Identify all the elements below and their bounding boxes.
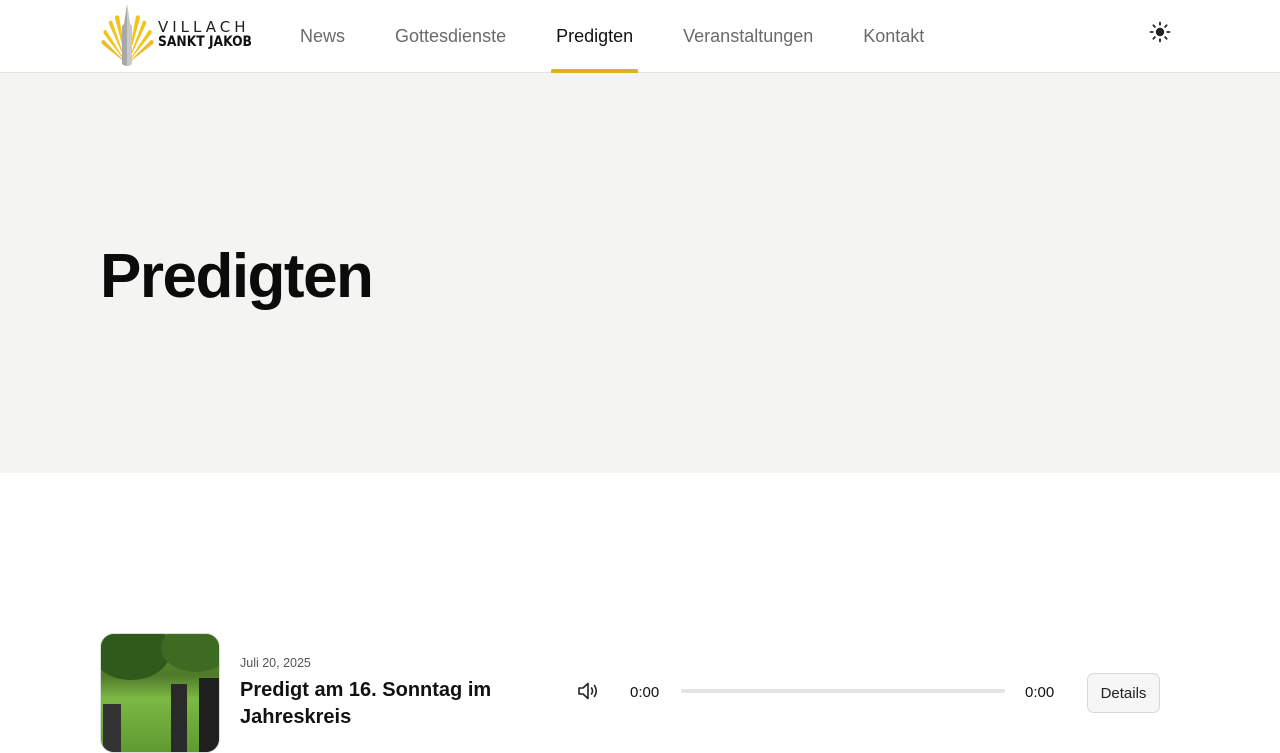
logo-text-parish: SANKT JAKOB bbox=[158, 34, 252, 50]
church-logo-icon bbox=[101, 4, 154, 66]
theme-toggle-button[interactable] bbox=[1146, 18, 1174, 46]
site-logo[interactable]: VILLACH SANKT JAKOB bbox=[100, 2, 252, 68]
sermon-thumbnail[interactable] bbox=[100, 633, 220, 753]
thumbnail-post bbox=[199, 678, 219, 752]
thumbnail-post bbox=[171, 684, 187, 752]
nav-item-kontakt[interactable]: Kontakt bbox=[838, 0, 949, 73]
audio-player: 0:00 0:00 bbox=[576, 673, 1054, 709]
thumbnail-post bbox=[103, 704, 121, 752]
page-title: Predigten bbox=[100, 242, 374, 311]
sun-icon bbox=[1149, 21, 1171, 43]
site-header: VILLACH SANKT JAKOB News Gottesdienste P… bbox=[0, 0, 1280, 73]
speaker-icon[interactable] bbox=[576, 679, 604, 703]
audio-progress-bar[interactable] bbox=[681, 689, 1005, 693]
page-hero: Predigten bbox=[0, 73, 1280, 473]
nav-item-predigten[interactable]: Predigten bbox=[531, 0, 658, 73]
nav-item-veranstaltungen[interactable]: Veranstaltungen bbox=[658, 0, 838, 73]
details-button[interactable]: Details bbox=[1087, 673, 1160, 713]
sermon-date: Juli 20, 2025 bbox=[240, 656, 311, 670]
main-nav: News Gottesdienste Predigten Veranstaltu… bbox=[275, 0, 949, 73]
sermon-list-item: Juli 20, 2025 Predigt am 16. Sonntag im … bbox=[100, 633, 1160, 753]
audio-duration: 0:00 bbox=[1025, 684, 1055, 701]
thumbnail-foliage bbox=[161, 634, 219, 672]
sermon-title[interactable]: Predigt am 16. Sonntag im Jahreskreis bbox=[240, 677, 540, 731]
nav-item-news[interactable]: News bbox=[275, 0, 370, 73]
audio-current-time: 0:00 bbox=[630, 684, 660, 701]
nav-item-gottesdienste[interactable]: Gottesdienste bbox=[370, 0, 531, 73]
thumbnail-foliage bbox=[101, 634, 171, 680]
